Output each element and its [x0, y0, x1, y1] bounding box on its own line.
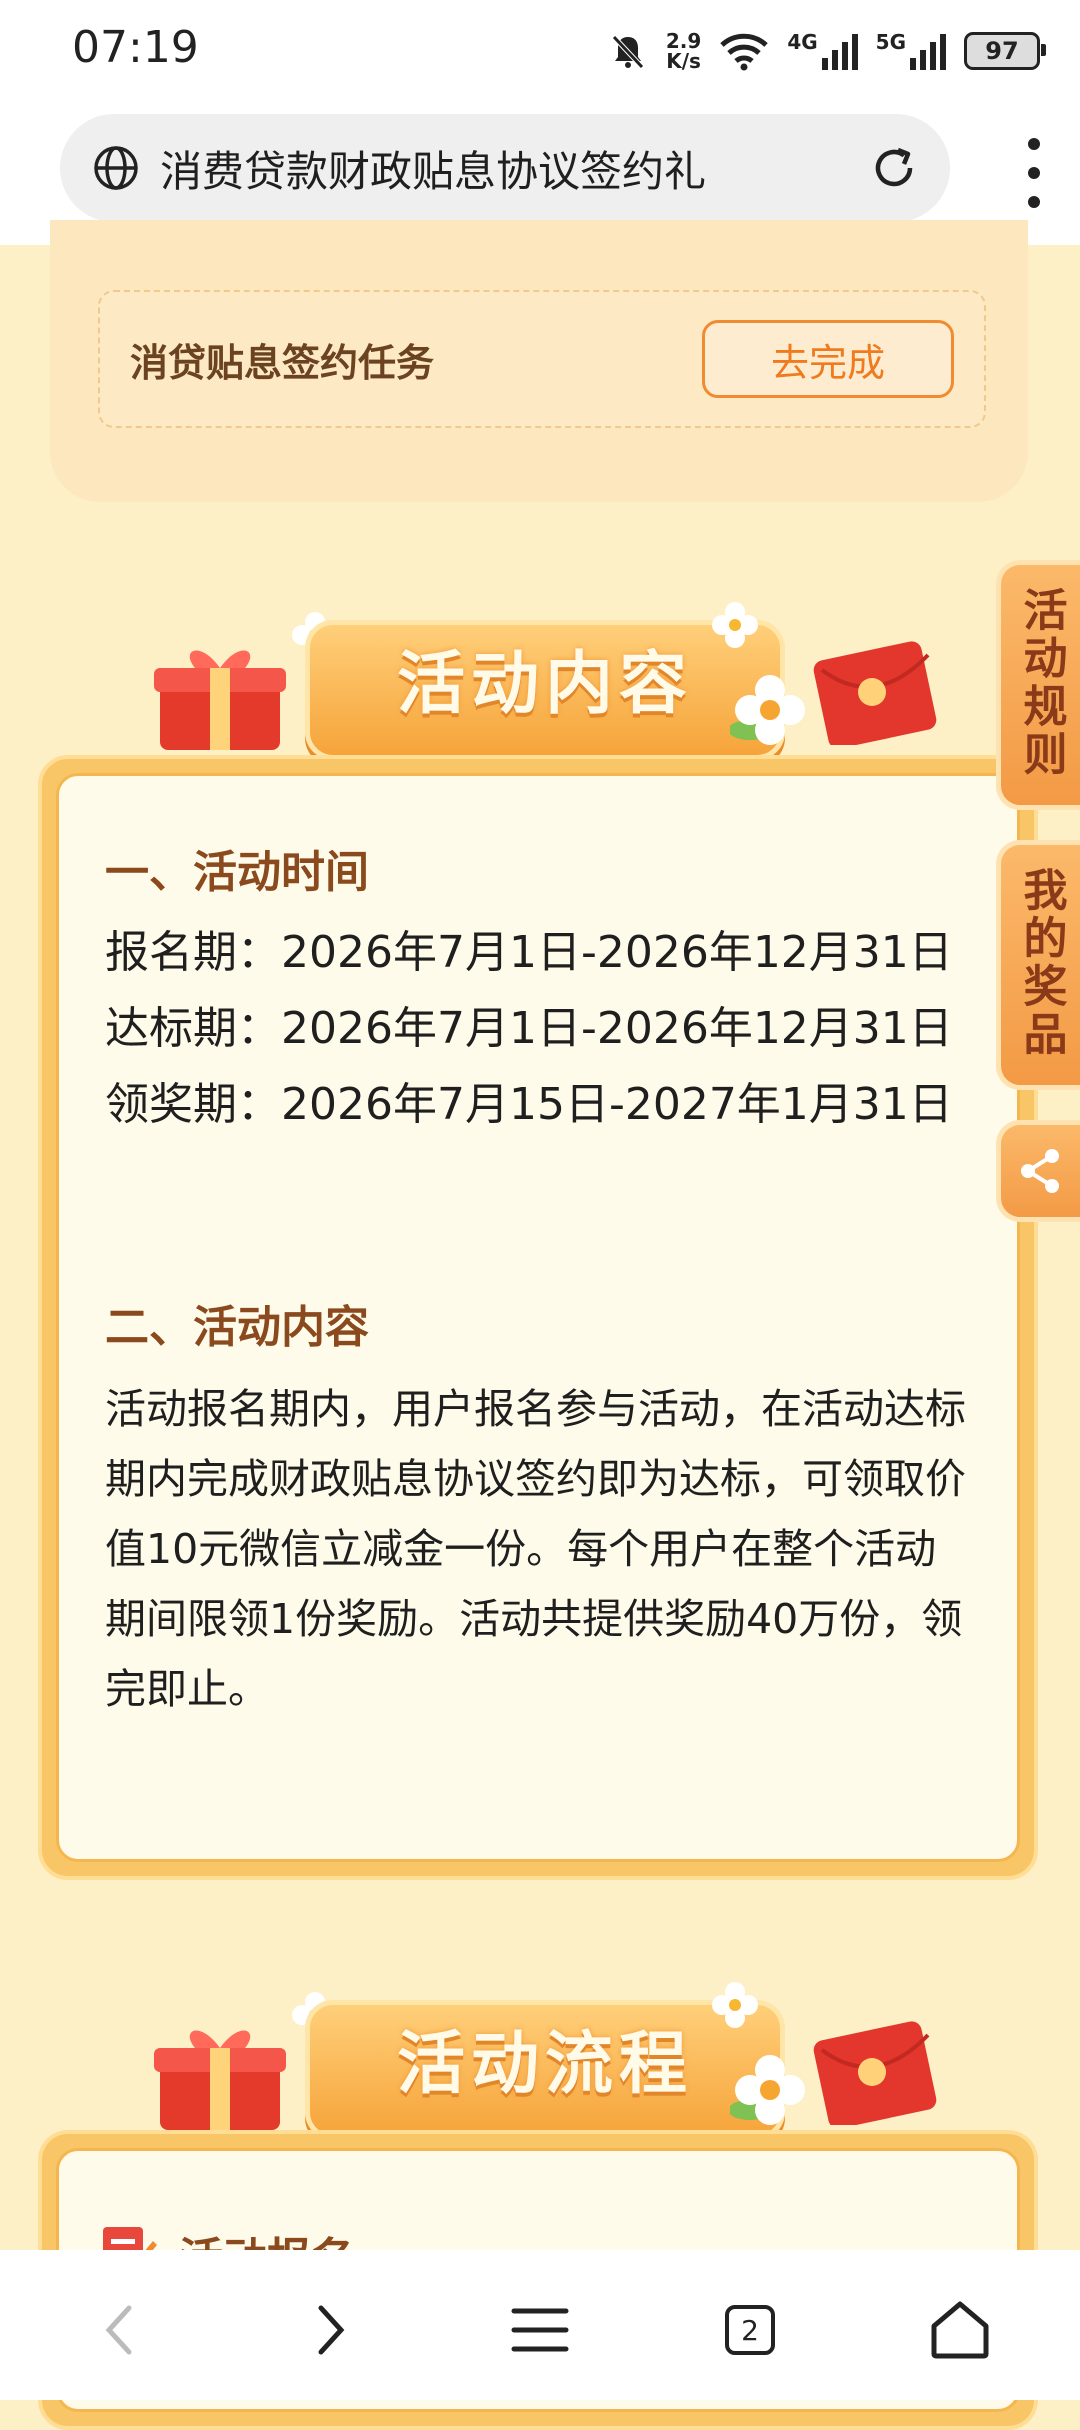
period-label: 领奖期: [105, 1079, 237, 1130]
back-button[interactable]: [80, 2290, 160, 2370]
period-label: 报名期: [105, 927, 237, 978]
period-row: 报名期：2026年7月1日-2026年12月31日: [105, 916, 953, 980]
more-menu-icon[interactable]: [1028, 138, 1040, 208]
complete-task-button[interactable]: 去完成: [702, 320, 954, 398]
status-bar: 07:19 2.9 K/s 4G 5G 97: [0, 0, 1080, 100]
flower-icon: [712, 1982, 758, 2028]
section-banner-process: 活动流程: [150, 1980, 940, 2140]
globe-icon: [94, 146, 138, 190]
period-sep: ：: [237, 927, 281, 978]
sign-task: 消贷贴息签约任务 去完成: [98, 290, 986, 428]
signal-5g-icon: 5G: [876, 32, 946, 70]
content-line: 期内完成财政贴息协议签约即为达标，可领取价: [105, 1455, 966, 1503]
signal-4g-icon: 4G: [787, 32, 858, 70]
chevron-left-icon: [105, 2305, 132, 2355]
content-heading: 二、活动内容: [105, 1302, 369, 1353]
gift-box-icon: [154, 2030, 286, 2130]
home-icon: [931, 2301, 989, 2359]
tab-count: 2: [725, 2305, 775, 2355]
period-value: 2026年7月1日-2026年12月31日: [281, 927, 953, 978]
flower-icon: [730, 675, 805, 745]
status-icons: 2.9 K/s 4G 5G 97: [608, 28, 1046, 74]
my-prizes-tab[interactable]: 我的奖品: [996, 840, 1080, 1090]
time-heading: 一、活动时间: [105, 847, 369, 898]
period-sep: ：: [237, 1079, 281, 1130]
task-card: 消贷贴息签约任务 去完成: [50, 220, 1028, 502]
wifi-icon: [720, 33, 769, 71]
share-tab[interactable]: [996, 1120, 1080, 1222]
mute-bell-icon: [612, 35, 644, 69]
flower-icon: [730, 2055, 805, 2125]
red-packet-icon: [813, 2021, 937, 2125]
content-line: 值10元微信立减金一份。每个用户在整个活动: [105, 1525, 937, 1573]
task-label: 消贷贴息签约任务: [130, 341, 435, 385]
browser-bottom-nav: 2: [0, 2250, 1080, 2400]
period-row: 领奖期：2026年7月15日-2027年1月31日: [105, 1068, 953, 1132]
page-title: 消费贷款财政贴息协议签约礼: [160, 147, 707, 196]
clock: 07:19: [72, 22, 199, 73]
battery-icon: 97: [964, 32, 1046, 70]
hamburger-menu-icon: [511, 2308, 569, 2352]
section-banner-content: 活动内容: [150, 600, 940, 760]
flower-icon: [712, 602, 758, 648]
rules-tab-label: 活动规则: [1015, 587, 1067, 779]
period-value: 2026年7月15日-2027年1月31日: [281, 1079, 953, 1130]
reload-icon[interactable]: [868, 142, 920, 194]
period-label: 达标期: [105, 1003, 237, 1054]
content-paragraph: 活动报名期内，用户报名参与活动，在活动达标 期内完成财政贴息协议签约即为达标，可…: [105, 1374, 995, 1724]
chevron-right-icon: [318, 2305, 345, 2355]
activity-content-card: 一、活动时间 报名期：2026年7月1日-2026年12月31日 达标期：202…: [38, 755, 1038, 1880]
rules-tab[interactable]: 活动规则: [996, 560, 1080, 810]
period-sep: ：: [237, 1003, 281, 1054]
menu-button[interactable]: [500, 2290, 580, 2370]
red-packet-icon: [813, 641, 937, 745]
content-line: 活动报名期内，用户报名参与活动，在活动达标: [105, 1385, 966, 1433]
address-bar[interactable]: 消费贷款财政贴息协议签约礼: [60, 114, 950, 222]
prizes-tab-label: 我的奖品: [1015, 867, 1067, 1059]
home-button[interactable]: [920, 2290, 1000, 2370]
card-inner: 一、活动时间 报名期：2026年7月1日-2026年12月31日 达标期：202…: [56, 773, 1020, 1862]
content-line: 完即止。: [105, 1665, 269, 1713]
net-speed: 2.9 K/s: [665, 29, 702, 73]
content-line: 期间限领1份奖励。活动共提供奖励40万份，领: [105, 1595, 963, 1643]
tabs-button[interactable]: 2: [710, 2290, 790, 2370]
period-row: 达标期：2026年7月1日-2026年12月31日: [105, 992, 953, 1056]
share-icon: [1020, 1149, 1059, 1193]
gift-box-icon: [154, 650, 286, 750]
forward-button[interactable]: [290, 2290, 370, 2370]
period-value: 2026年7月1日-2026年12月31日: [281, 1003, 953, 1054]
